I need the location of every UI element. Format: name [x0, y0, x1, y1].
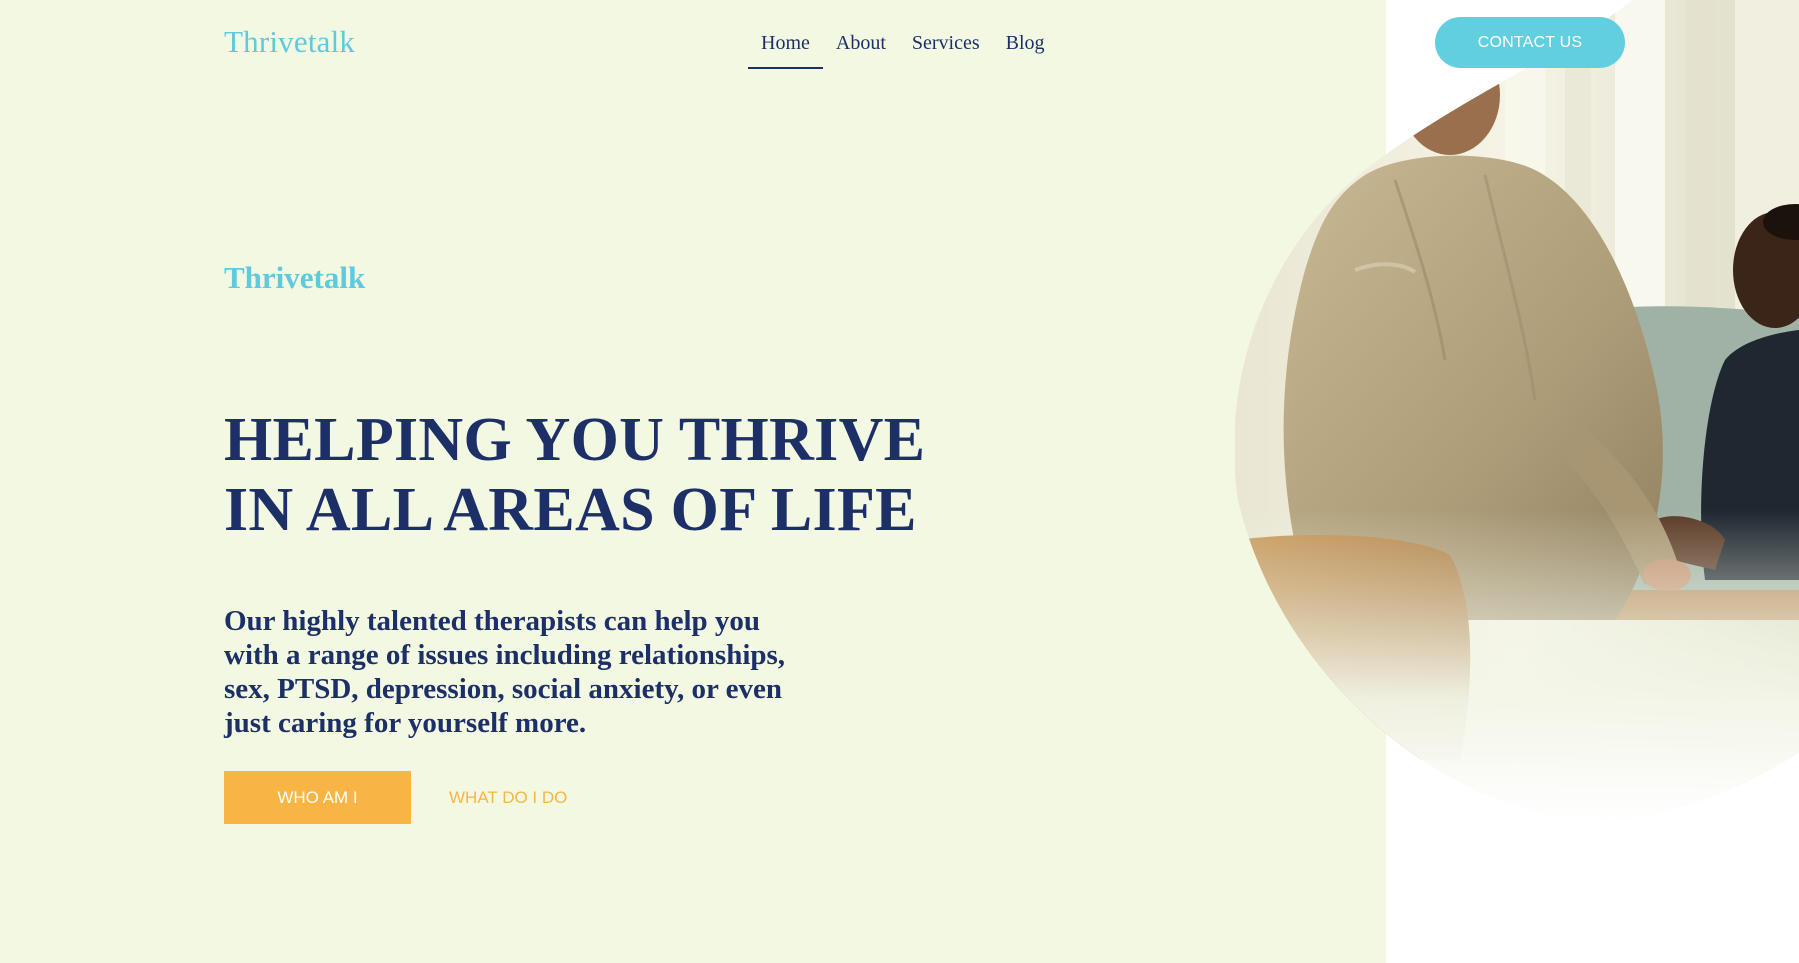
headline-line: HELPING YOU THRIVE [224, 406, 926, 474]
contact-us-button[interactable]: CONTACT US [1435, 17, 1625, 68]
nav-item-services[interactable]: Services [899, 18, 993, 69]
main-nav: Home About Services Blog [748, 18, 1058, 69]
description-line: with a range of issues including relatio… [224, 639, 786, 671]
hero-description: Our highly talented therapists can help … [224, 604, 844, 740]
description-line: sex, PTSD, depression, social anxiety, o… [224, 673, 782, 705]
description-line: just caring for yourself more. [224, 707, 587, 739]
hero-headline: HELPING YOU THRIVE IN ALL AREAS OF LIFE [224, 405, 984, 545]
therapy-session-photo [1235, 0, 1799, 822]
hero-eyebrow: Thrivetalk [224, 260, 366, 295]
headline-line: IN ALL AREAS OF LIFE [224, 476, 917, 544]
description-line: Our highly talented therapists can help … [224, 605, 761, 637]
who-am-i-button[interactable]: WHO AM I [224, 771, 411, 824]
nav-item-blog[interactable]: Blog [993, 18, 1058, 69]
what-do-i-do-link[interactable]: WHAT DO I DO [449, 771, 567, 824]
nav-item-about[interactable]: About [823, 18, 899, 69]
logo[interactable]: Thrivetalk [224, 24, 355, 60]
nav-item-home[interactable]: Home [748, 18, 823, 69]
